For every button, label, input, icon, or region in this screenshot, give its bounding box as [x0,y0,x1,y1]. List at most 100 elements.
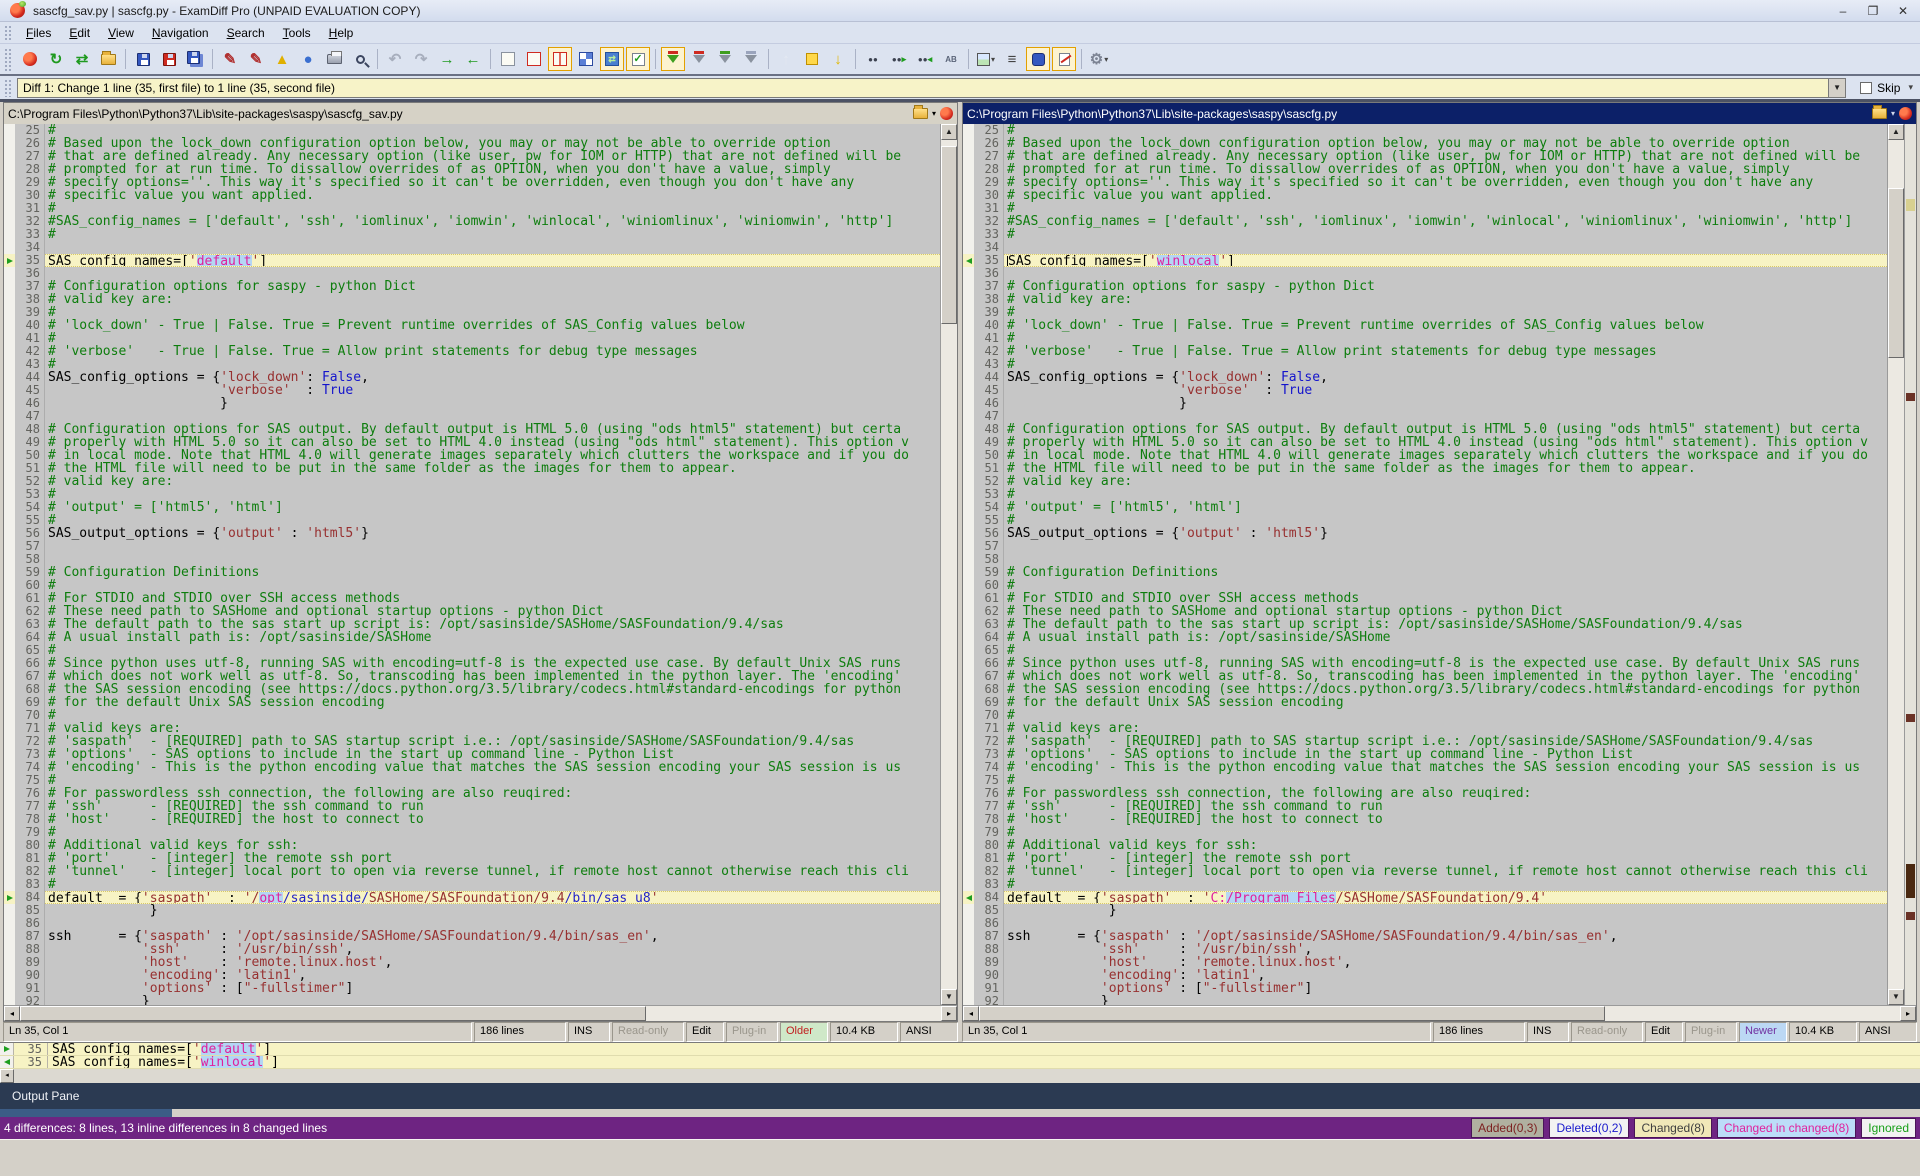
left-code-line-76[interactable]: 76# For passwordless ssh connection, the… [4,787,940,800]
left-code-line-90[interactable]: 90 'encoding': 'latin1', [4,969,940,982]
code-text[interactable]: # 'host' - [REQUIRED] the host to connec… [45,813,940,826]
code-text[interactable]: default = {'saspath' : 'C:/Program Files… [1004,891,1887,904]
left-code-line-73[interactable]: 73# 'options' - SAS options to include i… [4,748,940,761]
code-text[interactable] [1004,267,1887,280]
examdiff-logo-icon[interactable] [18,47,42,71]
right-code-line-88[interactable]: 88 'ssh' : '/usr/bin/ssh', [963,943,1887,956]
replace-icon[interactable]: AB [939,47,963,71]
left-code-line-49[interactable]: 49# properly with HTML 5.0 so it can als… [4,436,940,449]
left-code-line-84[interactable]: 84default = {'saspath' : '/opt/sasinside… [4,891,940,904]
right-code-line-70[interactable]: 70# [963,709,1887,722]
left-code-line-83[interactable]: 83# [4,878,940,891]
recompare-icon[interactable]: ↻ [44,47,68,71]
code-text[interactable]: # 'tunnel' - [integer] local port to ope… [45,865,940,878]
show-second-pane-icon[interactable] [522,47,546,71]
code-text[interactable]: # [45,514,940,527]
diff-map-mark[interactable] [1906,912,1915,920]
right-code-line-64[interactable]: 64# A usual install path is: /opt/sasins… [963,631,1887,644]
left-code-line-40[interactable]: 40# 'lock_down' - True | False. True = P… [4,319,940,332]
right-code-line-57[interactable]: 57 [963,540,1887,553]
code-text[interactable]: # [1004,774,1887,787]
left-code-line-72[interactable]: 72# 'saspath' - [REQUIRED] path to SAS s… [4,735,940,748]
left-vertical-scrollbar[interactable]: ▲ ▼ [940,124,957,1005]
left-code-line-85[interactable]: 85 } [4,904,940,917]
left-scroll-left-icon[interactable]: ◂ [4,1006,20,1021]
code-text[interactable]: # [45,358,940,371]
code-text[interactable]: # Configuration options for SAS output. … [45,423,940,436]
close-button[interactable]: ✕ [1890,2,1916,19]
right-scroll-up-icon[interactable]: ▲ [1888,124,1904,140]
code-text[interactable]: # Configuration Definitions [45,566,940,579]
code-text[interactable] [45,540,940,553]
code-text[interactable]: # A usual install path is: /opt/sasinsid… [45,631,940,644]
right-open-file-icon[interactable] [1872,108,1887,119]
right-pane-header[interactable]: C:\Program Files\Python\Python37\Lib\sit… [963,103,1916,124]
left-code-line-87[interactable]: 87ssh = {'saspath' : '/opt/sasinside/SAS… [4,930,940,943]
find-icon[interactable]: ●● [861,47,885,71]
code-text[interactable]: # 'port' - [integer] the remote ssh port [1004,852,1887,865]
left-hscrollbar-thumb[interactable] [20,1006,646,1021]
right-code-line-69[interactable]: 69# for the default Unix SAS session enc… [963,696,1887,709]
right-code-line-43[interactable]: 43# [963,358,1887,371]
left-code-line-68[interactable]: 68# the SAS session encoding (see https:… [4,683,940,696]
code-text[interactable]: # in local mode. Note that HTML 4.0 will… [1004,449,1887,462]
code-text[interactable]: # the HTML file will need to be put in t… [1004,462,1887,475]
right-code-line-89[interactable]: 89 'host' : 'remote.linux.host', [963,956,1887,969]
save-second-icon[interactable] [157,47,181,71]
code-text[interactable]: # in local mode. Note that HTML 4.0 will… [45,449,940,462]
code-text[interactable]: # 'options' - SAS options to include in … [1004,748,1887,761]
code-text[interactable]: # Since python uses utf-8, running SAS w… [1004,657,1887,670]
right-hscrollbar-thumb[interactable] [979,1006,1605,1021]
code-text[interactable]: # 'output' = ['html5', 'html'] [1004,501,1887,514]
right-code-line-30[interactable]: 30# specific value you want applied. [963,189,1887,202]
left-code-line-80[interactable]: 80# Additional valid keys for ssh: [4,839,940,852]
right-code-line-61[interactable]: 61# For STDIO and STDIO over SSH access … [963,592,1887,605]
right-code-line-48[interactable]: 48# Configuration options for SAS output… [963,423,1887,436]
right-code-line-87[interactable]: 87ssh = {'saspath' : '/opt/sasinside/SAS… [963,930,1887,943]
right-code-line-80[interactable]: 80# Additional valid keys for ssh: [963,839,1887,852]
code-text[interactable]: 'options' : ["-fullstimer"] [1004,982,1887,995]
code-text[interactable]: # For passwordless ssh connection, the f… [45,787,940,800]
right-vertical-scrollbar[interactable]: ▲ ▼ [1887,124,1904,1005]
left-code-line-50[interactable]: 50# in local mode. Note that HTML 4.0 wi… [4,449,940,462]
right-code-line-74[interactable]: 74# 'encoding' - This is the python enco… [963,761,1887,774]
plugins-icon[interactable] [1026,47,1050,71]
left-code-line-91[interactable]: 91 'options' : ["-fullstimer"] [4,982,940,995]
right-code-line-60[interactable]: 60# [963,579,1887,592]
code-text[interactable]: # Configuration options for saspy - pyth… [1004,280,1887,293]
left-code-line-53[interactable]: 53# [4,488,940,501]
left-code-line-47[interactable]: 47 [4,410,940,423]
code-text[interactable]: # [1004,332,1887,345]
code-text[interactable]: # Since python uses utf-8, running SAS w… [45,657,940,670]
left-code-line-42[interactable]: 42# 'verbose' - True | False. True = All… [4,345,940,358]
code-text[interactable]: # valid keys are: [1004,722,1887,735]
menubar-grip[interactable] [3,24,11,41]
right-code-line-26[interactable]: 26# Based upon the lock_down configurati… [963,137,1887,150]
code-text[interactable]: } [1004,904,1887,917]
code-text[interactable]: SAS_config_options = {'lock_down': False… [1004,371,1887,384]
code-text[interactable] [1004,410,1887,423]
right-code-line-67[interactable]: 67# which does not work well as utf-8. S… [963,670,1887,683]
code-text[interactable]: # [45,228,940,241]
code-text[interactable]: # valid key are: [1004,293,1887,306]
right-code-line-40[interactable]: 40# 'lock_down' - True | False. True = P… [963,319,1887,332]
code-text[interactable]: 'ssh' : '/usr/bin/ssh', [45,943,940,956]
left-code-line-48[interactable]: 48# Configuration options for SAS output… [4,423,940,436]
code-text[interactable]: 'host' : 'remote.linux.host', [45,956,940,969]
left-code-line-79[interactable]: 79# [4,826,940,839]
code-text[interactable]: # [45,202,940,215]
right-code-line-85[interactable]: 85 } [963,904,1887,917]
right-code-line-92[interactable]: 92 } [963,995,1887,1005]
right-code-line-68[interactable]: 68# the SAS session encoding (see https:… [963,683,1887,696]
left-code-line-36[interactable]: 36 [4,267,940,280]
left-code-line-46[interactable]: 46 } [4,397,940,410]
preview-horizontal-scrollbar[interactable]: ◂ [0,1069,1920,1083]
code-text[interactable]: # [1004,488,1887,501]
code-text[interactable]: # 'output' = ['html5', 'html'] [45,501,940,514]
code-text[interactable]: } [45,904,940,917]
code-text[interactable]: # A usual install path is: /opt/sasinsid… [1004,631,1887,644]
right-code-line-71[interactable]: 71# valid keys are: [963,722,1887,735]
code-text[interactable]: # prompted for at run time. To dissallow… [45,163,940,176]
left-code-line-55[interactable]: 55# [4,514,940,527]
right-scroll-left-icon[interactable]: ◂ [963,1006,979,1021]
